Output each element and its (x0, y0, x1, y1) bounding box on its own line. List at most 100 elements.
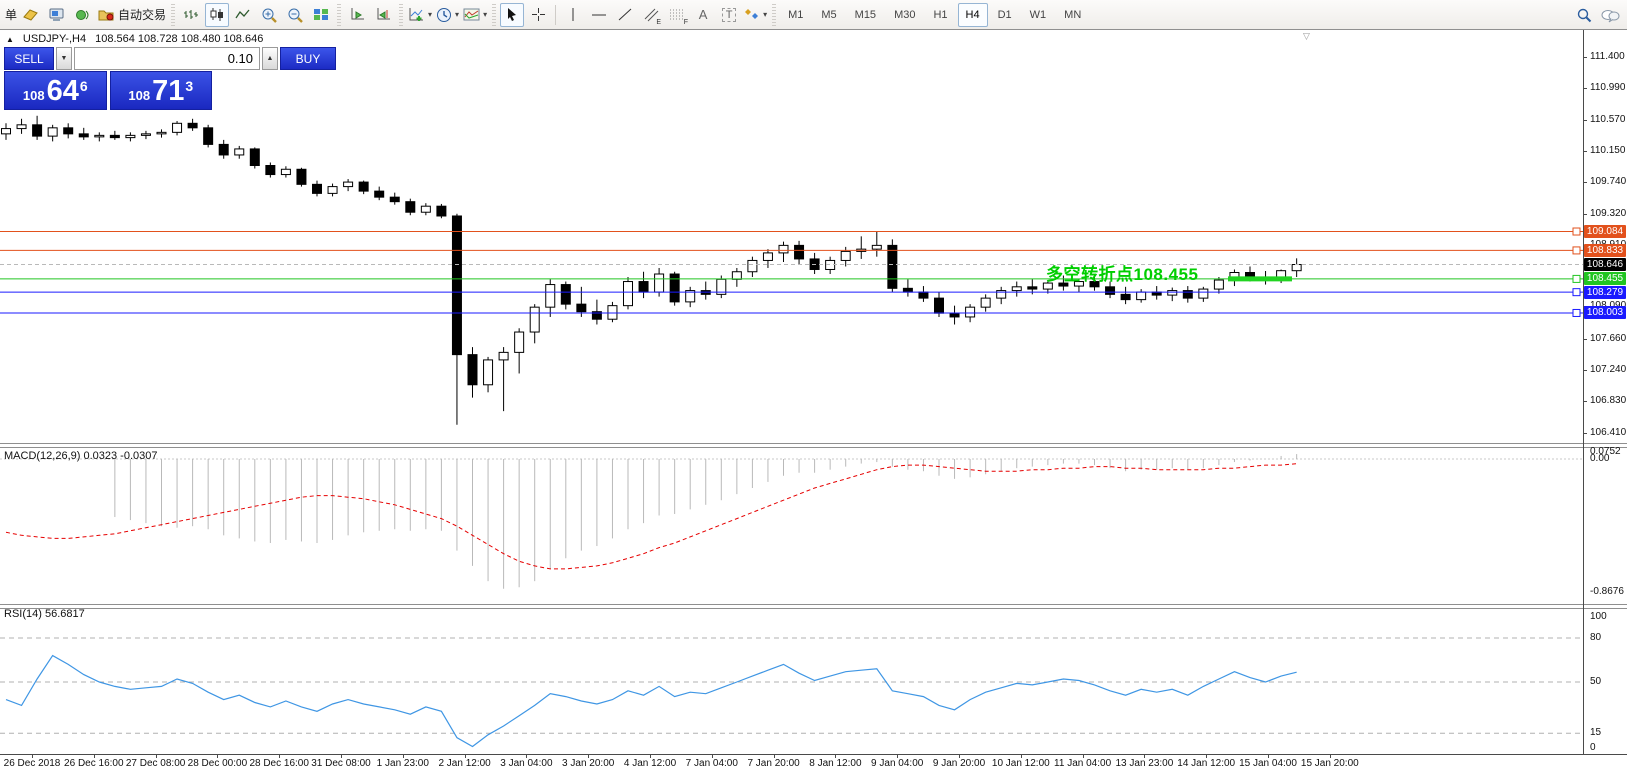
time-axis[interactable]: 26 Dec 201826 Dec 16:0027 Dec 08:0028 De… (0, 754, 1627, 774)
sell-button[interactable]: 108 64 6 (4, 71, 107, 110)
time-label: 26 Dec 2018 (4, 758, 61, 769)
price-tick-mark (1583, 433, 1587, 434)
buy-button[interactable]: 108 71 3 (110, 71, 213, 110)
tf-m5-button[interactable]: M5 (813, 3, 844, 27)
macd-pane-canvas[interactable] (0, 447, 1583, 604)
editor-icon (48, 7, 65, 22)
volume-input[interactable] (74, 47, 260, 70)
time-label: 27 Dec 08:00 (126, 758, 186, 769)
tf-h1-button[interactable]: H1 (925, 3, 955, 27)
chart-annotation[interactable]: 多空转折点108.455 (1046, 260, 1198, 285)
candle-body (608, 306, 617, 320)
dropdown-arrow-icon[interactable]: ▾ (455, 10, 459, 19)
order-button[interactable] (18, 3, 42, 27)
equidistant-channel-tool-button[interactable]: E (639, 3, 663, 27)
candle-body (950, 313, 959, 317)
fibonacci-tool-button[interactable]: F (665, 3, 689, 27)
line-chart-button[interactable] (231, 3, 255, 27)
trendline-tool-button[interactable] (613, 3, 637, 27)
text-label-icon: T (722, 8, 737, 22)
candle-body (375, 191, 384, 197)
candle-body (281, 169, 290, 174)
text-tool-button[interactable]: A (691, 3, 715, 27)
tf-w1-button[interactable]: W1 (1022, 3, 1055, 27)
candle-body (64, 128, 73, 134)
autotrading-label: 自动交易 (118, 6, 166, 23)
chart-shift-button[interactable] (371, 3, 395, 27)
collapse-panel-icon[interactable]: ▲ (6, 35, 14, 44)
search-button[interactable] (1572, 3, 1596, 27)
arrows-tool-button[interactable]: ▾ (743, 3, 768, 27)
cursor-tool-button[interactable] (500, 3, 524, 27)
tf-m15-button[interactable]: M15 (847, 3, 884, 27)
periods-button[interactable]: ▾ (435, 3, 460, 27)
pane-separator[interactable] (0, 604, 1627, 609)
chat-bubbles-icon (1600, 8, 1620, 23)
candle-body (79, 134, 88, 137)
zoom-out-button[interactable] (283, 3, 307, 27)
price-badge: 108.646 (1584, 258, 1626, 271)
candle-body (452, 216, 461, 355)
candle-body (779, 245, 788, 253)
price-tick-mark (1583, 339, 1587, 340)
auto-scroll-button[interactable] (345, 3, 369, 27)
time-label: 13 Jan 23:00 (1115, 758, 1173, 769)
dropdown-arrow-icon[interactable]: ▾ (483, 10, 487, 19)
autotrading-button[interactable]: 自动交易 (96, 3, 167, 27)
alerts-button[interactable] (70, 3, 94, 27)
tf-d1-button[interactable]: D1 (990, 3, 1020, 27)
indicators-button[interactable]: ▾ (407, 3, 433, 27)
tf-mn-button[interactable]: MN (1056, 3, 1089, 27)
volume-down-button[interactable]: ▼ (56, 47, 72, 70)
metaeditor-button[interactable] (44, 3, 68, 27)
time-label: 1 Jan 23:00 (377, 758, 429, 769)
time-tick-mark (712, 755, 713, 758)
toolbar-grip (337, 4, 341, 26)
candlestick-chart-button[interactable] (205, 3, 229, 27)
scroll-end-marker[interactable]: ▽ (1303, 31, 1310, 42)
tf-h4-button[interactable]: H4 (958, 3, 988, 27)
level-end-marker (1573, 275, 1580, 282)
text-label-tool-button[interactable]: T (717, 3, 741, 27)
horizontal-line-tool-button[interactable] (587, 3, 611, 27)
candle-body (406, 202, 415, 213)
time-tick-mark (526, 755, 527, 758)
vertical-line-tool-button[interactable] (561, 3, 585, 27)
rsi-pane-canvas[interactable] (0, 609, 1583, 756)
templates-button[interactable]: ▾ (462, 3, 488, 27)
candle-body (1214, 280, 1223, 289)
new-order-partial-label[interactable]: 单 (5, 6, 17, 23)
time-label: 31 Dec 08:00 (311, 758, 371, 769)
time-label: 15 Jan 20:00 (1301, 758, 1359, 769)
candle-body (1168, 291, 1177, 296)
candle-body (577, 304, 586, 312)
volume-up-button[interactable]: ▲ (262, 47, 278, 70)
time-label: 11 Jan 04:00 (1054, 758, 1111, 769)
candle-body (795, 245, 804, 259)
price-chart-canvas[interactable] (0, 30, 1583, 443)
candle-body (390, 197, 399, 202)
tf-m30-button[interactable]: M30 (886, 3, 923, 27)
ohlc-values: 108.564 108.728 108.480 108.646 (95, 33, 263, 45)
time-tick-mark (588, 755, 589, 758)
candle-body (468, 355, 477, 385)
community-chat-button[interactable] (1598, 3, 1622, 27)
dropdown-arrow-icon[interactable]: ▾ (763, 10, 767, 19)
bar-chart-button[interactable] (179, 3, 203, 27)
candle-body (141, 134, 150, 136)
pane-separator[interactable] (0, 443, 1627, 448)
time-tick-mark (835, 755, 836, 758)
crosshair-tool-button[interactable] (526, 3, 550, 27)
candle-body (110, 135, 119, 137)
dropdown-arrow-icon[interactable]: ▾ (428, 10, 432, 19)
price-tick-mark (1583, 151, 1587, 152)
level-end-marker (1573, 247, 1580, 254)
price-tick-label: 109.320 (1590, 208, 1626, 219)
candle-body (95, 135, 104, 137)
chart-shift-icon (375, 7, 391, 22)
tf-m1-button[interactable]: M1 (780, 3, 811, 27)
fibo-tag: F (684, 19, 688, 26)
auto-scroll-icon (349, 7, 365, 22)
zoom-in-button[interactable] (257, 3, 281, 27)
tile-windows-button[interactable] (309, 3, 333, 27)
